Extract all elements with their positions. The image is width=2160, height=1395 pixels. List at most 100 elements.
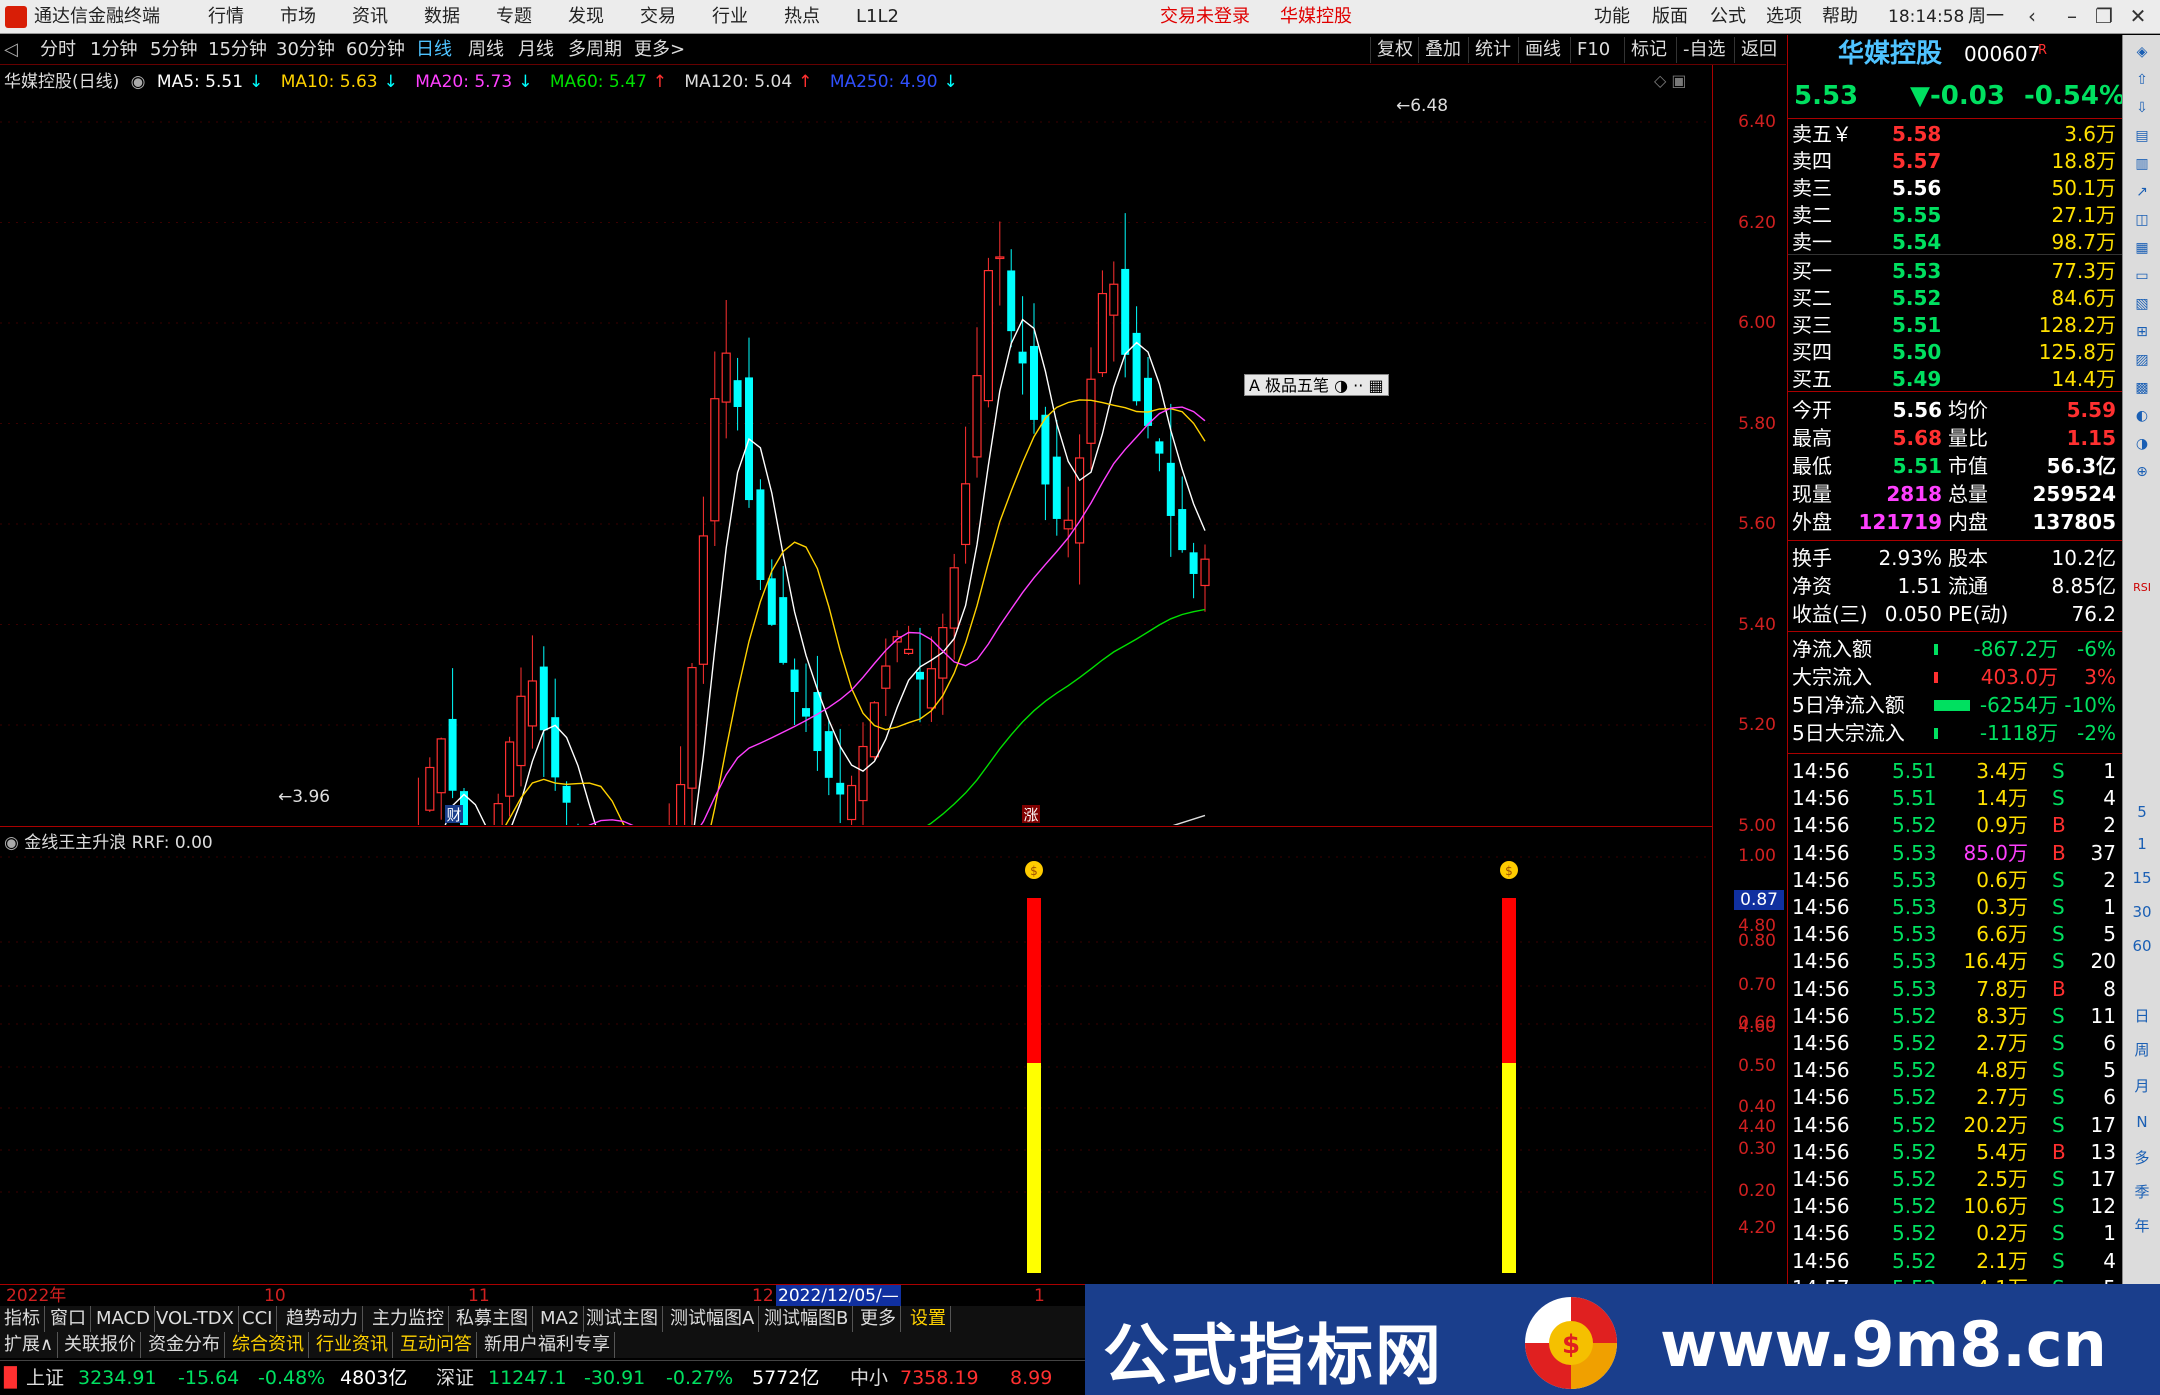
sh-change: -15.64	[178, 1367, 240, 1389]
side-period-年[interactable]: 年	[2130, 1215, 2154, 1237]
menu-hangye[interactable]: 行业	[712, 5, 748, 29]
period-5min[interactable]: 5分钟	[150, 38, 197, 62]
side-tool-icon-7[interactable]: ▦	[2130, 237, 2154, 259]
period-weekly[interactable]: 周线	[468, 38, 504, 62]
btn-f10[interactable]: F10	[1570, 37, 1616, 63]
side-tool-icon-4[interactable]: ▥	[2130, 153, 2154, 175]
menu-xuanxiang[interactable]: 选项	[1766, 5, 1802, 29]
side-tool-icon-11[interactable]: ▨	[2130, 349, 2154, 371]
period-monthly[interactable]: 月线	[518, 38, 554, 62]
chart-marker-0[interactable]: 财	[446, 806, 461, 824]
sz-label[interactable]: 深证	[436, 1365, 474, 1391]
side-period-日[interactable]: 日	[2130, 1005, 2154, 1027]
info-tab-6[interactable]: 新用户福利专享	[480, 1332, 615, 1358]
side-tool-icon-15[interactable]: ⊕	[2130, 461, 2154, 483]
side-tool-icon-9[interactable]: ▧	[2130, 293, 2154, 315]
side-period-月[interactable]: 月	[2130, 1075, 2154, 1097]
btn-biaoji[interactable]: 标记	[1624, 37, 1673, 63]
period-multi[interactable]: 多周期	[568, 38, 622, 62]
menu-jiaoyi[interactable]: 交易	[640, 5, 676, 29]
side-tool-icon-1[interactable]: ⇧	[2130, 69, 2154, 91]
side-tool-icon-5[interactable]: ↗	[2130, 181, 2154, 203]
side-period-周[interactable]: 周	[2130, 1039, 2154, 1061]
period-fenshi[interactable]: 分时	[40, 38, 76, 62]
side-period-30[interactable]: 30	[2130, 901, 2154, 923]
indicator-tab-12[interactable]: 更多	[856, 1306, 901, 1332]
period-more[interactable]: 更多>	[634, 38, 685, 62]
side-tool-icon-14[interactable]: ◑	[2130, 433, 2154, 455]
period-30min[interactable]: 30分钟	[276, 38, 335, 62]
menu-hangqing[interactable]: 行情	[208, 5, 244, 29]
btn-huaxian[interactable]: 画线	[1518, 37, 1567, 63]
zx-label[interactable]: 中小	[850, 1365, 888, 1391]
period-60min[interactable]: 60分钟	[346, 38, 405, 62]
side-period-15[interactable]: 15	[2130, 867, 2154, 889]
info-tab-5[interactable]: 互动问答	[396, 1332, 477, 1358]
period-15min[interactable]: 15分钟	[208, 38, 267, 62]
sh-label[interactable]: 上证	[26, 1365, 64, 1391]
menu-redian[interactable]: 热点	[784, 5, 820, 29]
ime-toolbar[interactable]: A 极品五笔 ◑ ·· ▦	[1244, 374, 1389, 396]
menu-shichang[interactable]: 市场	[280, 5, 316, 29]
info-tab-3[interactable]: 综合资讯	[228, 1332, 309, 1358]
candle	[903, 625, 914, 655]
menu-shuju[interactable]: 数据	[424, 5, 460, 29]
menu-zixun[interactable]: 资讯	[352, 5, 388, 29]
side-period-RSI[interactable]: RSI	[2130, 577, 2154, 599]
indicator-tab-3[interactable]: VOL-TDX	[152, 1306, 239, 1332]
indicator-tab-1[interactable]: 窗口	[46, 1306, 91, 1332]
side-period-季[interactable]: 季	[2130, 1181, 2154, 1203]
indicator-tab-6[interactable]: 主力监控	[368, 1306, 449, 1332]
menu-zhuanti[interactable]: 专题	[496, 5, 532, 29]
indicator-tab-5[interactable]: 趋势动力	[282, 1306, 363, 1332]
indicator-tab-4[interactable]: CCI	[238, 1306, 278, 1332]
side-tool-icon-2[interactable]: ⇩	[2130, 97, 2154, 119]
indicator-tab-10[interactable]: 测试幅图A	[666, 1306, 760, 1332]
side-tool-icon-10[interactable]: ⊞	[2130, 321, 2154, 343]
menu-bangzhu[interactable]: 帮助	[1822, 5, 1858, 29]
indicator-tab-13[interactable]: 设置	[906, 1306, 951, 1332]
side-period-60[interactable]: 60	[2130, 935, 2154, 957]
info-tab-0[interactable]: 扩展∧	[0, 1332, 59, 1358]
side-period-N[interactable]: N	[2130, 1111, 2154, 1133]
side-tool-icon-3[interactable]: ▤	[2130, 125, 2154, 147]
side-tool-icon-8[interactable]: ▭	[2130, 265, 2154, 287]
settings-icon[interactable]: ◉	[131, 72, 146, 92]
period-daily[interactable]: 日线	[416, 38, 452, 62]
indicator-tab-8[interactable]: MA2	[536, 1306, 585, 1332]
menu-banmian[interactable]: 版面	[1652, 5, 1688, 29]
side-tool-icon-0[interactable]: ◈	[2130, 41, 2154, 63]
chart-toggle-icon[interactable]: ◇ ▣	[1654, 71, 1687, 90]
collapse-icon[interactable]: ◁	[4, 38, 18, 62]
chart-marker-1[interactable]: 涨	[1023, 806, 1038, 824]
side-tool-icon-13[interactable]: ◐	[2130, 405, 2154, 427]
info-tab-2[interactable]: 资金分布	[144, 1332, 225, 1358]
close-icon[interactable]: ✕	[2118, 2, 2158, 30]
indicator-tab-2[interactable]: MACD	[92, 1306, 155, 1332]
indicator-tab-7[interactable]: 私募主图	[452, 1306, 533, 1332]
indicator-tab-9[interactable]: 测试主图	[582, 1306, 663, 1332]
menu-gongneng[interactable]: 功能	[1594, 5, 1630, 29]
indicator-tab-11[interactable]: 测试幅图B	[760, 1306, 854, 1332]
period-1min[interactable]: 1分钟	[90, 38, 137, 62]
side-tool-icon-6[interactable]: ◫	[2130, 209, 2154, 231]
info-tab-1[interactable]: 关联报价	[60, 1332, 141, 1358]
menu-faxian[interactable]: 发现	[568, 5, 604, 29]
menu-gongshi[interactable]: 公式	[1710, 5, 1746, 29]
indicator-tab-0[interactable]: 指标	[0, 1306, 45, 1332]
btn-zixuan[interactable]: -自选	[1676, 37, 1732, 63]
back-icon[interactable]: ‹	[2012, 2, 2052, 30]
trade-status[interactable]: 交易未登录	[1160, 5, 1250, 29]
btn-tongji[interactable]: 统计	[1468, 37, 1517, 63]
btn-diejia[interactable]: 叠加	[1418, 37, 1467, 63]
btn-fuquan[interactable]: 复权	[1370, 37, 1419, 63]
side-period-5[interactable]: 5	[2130, 801, 2154, 823]
kline-chart[interactable]: ←6.48 ←3.96 财 涨	[0, 65, 1712, 825]
side-period-多[interactable]: 多	[2130, 1147, 2154, 1169]
side-period-1[interactable]: 1	[2130, 833, 2154, 855]
side-tool-icon-12[interactable]: ▩	[2130, 377, 2154, 399]
info-tab-4[interactable]: 行业资讯	[312, 1332, 393, 1358]
btn-fanhui[interactable]: 返回	[1734, 37, 1783, 63]
indicator-chart[interactable]: $ $	[0, 826, 1712, 1284]
menu-l1l2[interactable]: L1L2	[856, 5, 899, 29]
